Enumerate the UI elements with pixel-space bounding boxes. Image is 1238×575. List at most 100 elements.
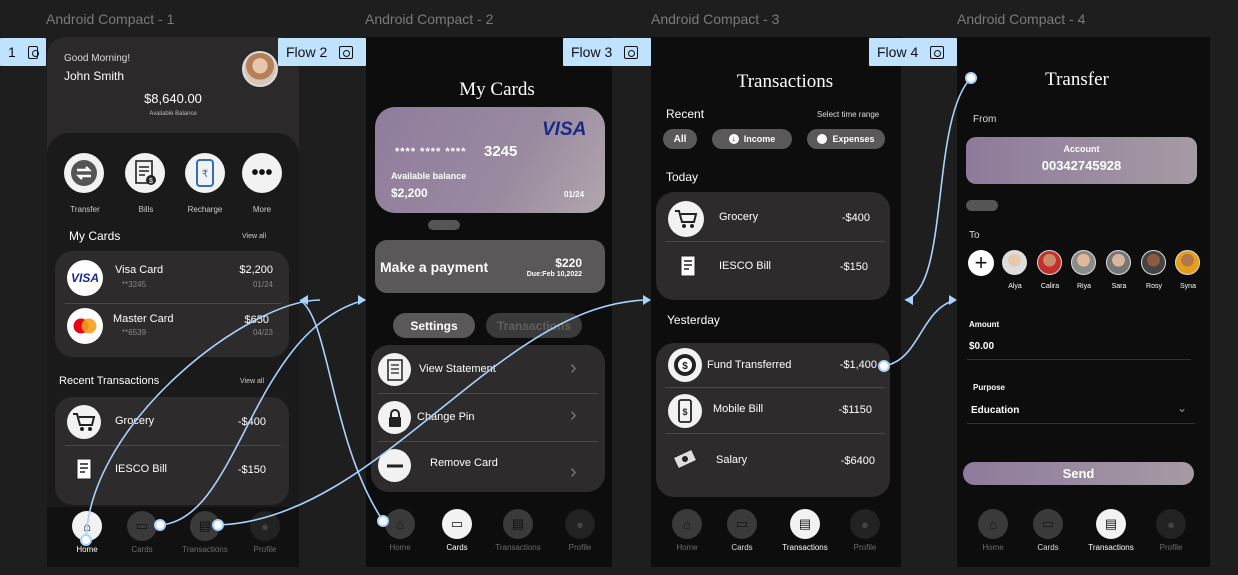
card-mask: **** **** **** (395, 146, 467, 158)
flow-tag-2[interactable]: Flow 2 (278, 38, 366, 66)
visa-logo-icon: VISA (67, 260, 103, 296)
transaction-name[interactable]: Mobile Bill (713, 403, 763, 415)
nav-transactions[interactable]: ▤ Transactions (1081, 509, 1141, 552)
recent-view-all[interactable]: View all (240, 378, 264, 385)
play-frame-icon (339, 45, 354, 59)
contact-name: Rosy (1146, 283, 1162, 290)
transaction-name[interactable]: Grocery (719, 211, 758, 223)
flow-tag-label: Flow 4 (877, 44, 919, 60)
nav-home[interactable]: ⌂ Home (975, 509, 1011, 552)
play-frame-icon (930, 45, 945, 59)
person-icon: ● (565, 509, 595, 539)
svg-text:$: $ (682, 361, 688, 372)
more-label: More (252, 205, 272, 214)
bill-icon (67, 452, 101, 486)
transfer-icon[interactable] (64, 153, 104, 193)
balance-label: Available Balance (149, 111, 197, 117)
amount-input[interactable]: $0.00 (969, 341, 994, 352)
nav-transactions-label: Transactions (1088, 543, 1134, 552)
chevron-down-icon[interactable]: ⌄ (1177, 401, 1187, 415)
option-label[interactable]: View Statement (419, 363, 496, 375)
nav-profile-label: Profile (568, 543, 592, 552)
mastercard-logo-icon (67, 308, 103, 344)
chevron-right-icon[interactable]: › (570, 357, 577, 380)
nav-profile[interactable]: ● Profile (847, 509, 883, 552)
card-number: **3245 (122, 280, 147, 289)
flow-tag-1[interactable]: 1 (0, 38, 46, 66)
tab-settings[interactable]: Settings (393, 313, 475, 338)
nav-transactions[interactable]: ▤ Transactions (775, 509, 835, 552)
cards-title: My Cards (459, 79, 535, 100)
tab-transactions[interactable]: Transactions (486, 313, 582, 338)
chevron-right-icon[interactable]: › (570, 461, 577, 484)
filter-income[interactable]: ↓ Income (712, 129, 792, 149)
recent-divider (65, 445, 281, 446)
nav-profile[interactable]: ● Profile (1153, 509, 1189, 552)
card-icon: ▭ (727, 509, 757, 539)
prototype-canvas: Android Compact - 1 Android Compact - 2 … (0, 0, 1238, 575)
contact-avatar-rosy[interactable] (1141, 250, 1166, 275)
carousel-indicator[interactable] (428, 220, 460, 230)
home-screen: Good Morning! John Smith $8,640.00 Avail… (47, 37, 299, 567)
nav-cards[interactable]: ▭ Cards (439, 509, 475, 552)
transaction-name[interactable]: IESCO Bill (719, 260, 771, 272)
option-label[interactable]: Change Pin (417, 411, 475, 423)
transfer-title: Transfer (1045, 69, 1109, 90)
nav-profile[interactable]: ● Profile (247, 511, 283, 554)
frame-title-2: Android Compact - 2 (365, 11, 494, 27)
contact-name: Sara (1111, 283, 1127, 290)
nav-cards[interactable]: ▭ Cards (724, 509, 760, 552)
today-label: Today (666, 170, 699, 184)
flow-tag-label: Flow 2 (286, 44, 328, 60)
contact-avatar-syna[interactable] (1175, 250, 1200, 275)
time-range-link[interactable]: Select time range (817, 110, 879, 119)
chevron-right-icon[interactable]: › (570, 404, 577, 427)
options-divider (378, 441, 598, 442)
nav-cards[interactable]: ▭ Cards (1030, 509, 1066, 552)
purpose-select[interactable]: Education (971, 405, 1019, 416)
contact-avatar-sara[interactable] (1106, 250, 1131, 275)
nav-transactions[interactable]: ▤ Transactions (175, 511, 235, 554)
send-button[interactable]: Send (963, 462, 1194, 485)
more-icon[interactable]: ••• (242, 153, 282, 193)
svg-text:$: $ (682, 407, 687, 417)
person-icon: ● (850, 509, 880, 539)
card-name[interactable]: Master Card (113, 313, 174, 325)
svg-text:₹: ₹ (202, 169, 208, 180)
transaction-name[interactable]: Fund Transferred (707, 359, 791, 371)
nav-transactions[interactable]: ▤ Transactions (488, 509, 548, 552)
contact-avatar-alya[interactable] (1002, 250, 1027, 275)
filter-all[interactable]: All (663, 129, 697, 149)
flow-tag-4[interactable]: Flow 4 (869, 38, 957, 66)
nav-home[interactable]: ⌂ Home (69, 511, 105, 554)
recharge-icon[interactable]: ₹ (185, 153, 225, 193)
card-name[interactable]: Visa Card (115, 264, 163, 276)
my-cards-view-all[interactable]: View all (242, 233, 266, 240)
transaction-name[interactable]: Grocery (115, 415, 154, 427)
add-contact-icon[interactable]: + (968, 250, 994, 276)
card-icon: ▭ (1033, 509, 1063, 539)
contact-avatar-calira[interactable] (1037, 250, 1062, 275)
cash-icon: ▤ (790, 509, 820, 539)
flow-tag-3[interactable]: Flow 3 (563, 38, 651, 66)
transaction-name[interactable]: Salary (716, 454, 747, 466)
amount-underline (967, 359, 1191, 360)
filter-expenses[interactable]: Expenses (807, 129, 885, 149)
filter-income-label: Income (743, 134, 776, 144)
carousel-indicator[interactable] (966, 200, 998, 211)
nav-cards[interactable]: ▭ Cards (124, 511, 160, 554)
option-label[interactable]: Remove Card (430, 457, 498, 469)
transaction-name[interactable]: IESCO Bill (115, 463, 167, 475)
transactions-title: Transactions (736, 71, 834, 92)
bills-icon[interactable]: $ (125, 153, 165, 193)
cards-divider (65, 303, 281, 304)
nav-home[interactable]: ⌂ Home (669, 509, 705, 552)
nav-home-label: Home (676, 543, 698, 552)
profile-avatar[interactable] (242, 51, 278, 87)
back-arrow-icon[interactable]: ‹ (967, 65, 974, 91)
play-frame-icon (27, 45, 40, 59)
nav-profile[interactable]: ● Profile (562, 509, 598, 552)
nav-cards-label: Cards (131, 545, 153, 554)
nav-home[interactable]: ⌂ Home (382, 509, 418, 552)
contact-avatar-riya[interactable] (1071, 250, 1096, 275)
